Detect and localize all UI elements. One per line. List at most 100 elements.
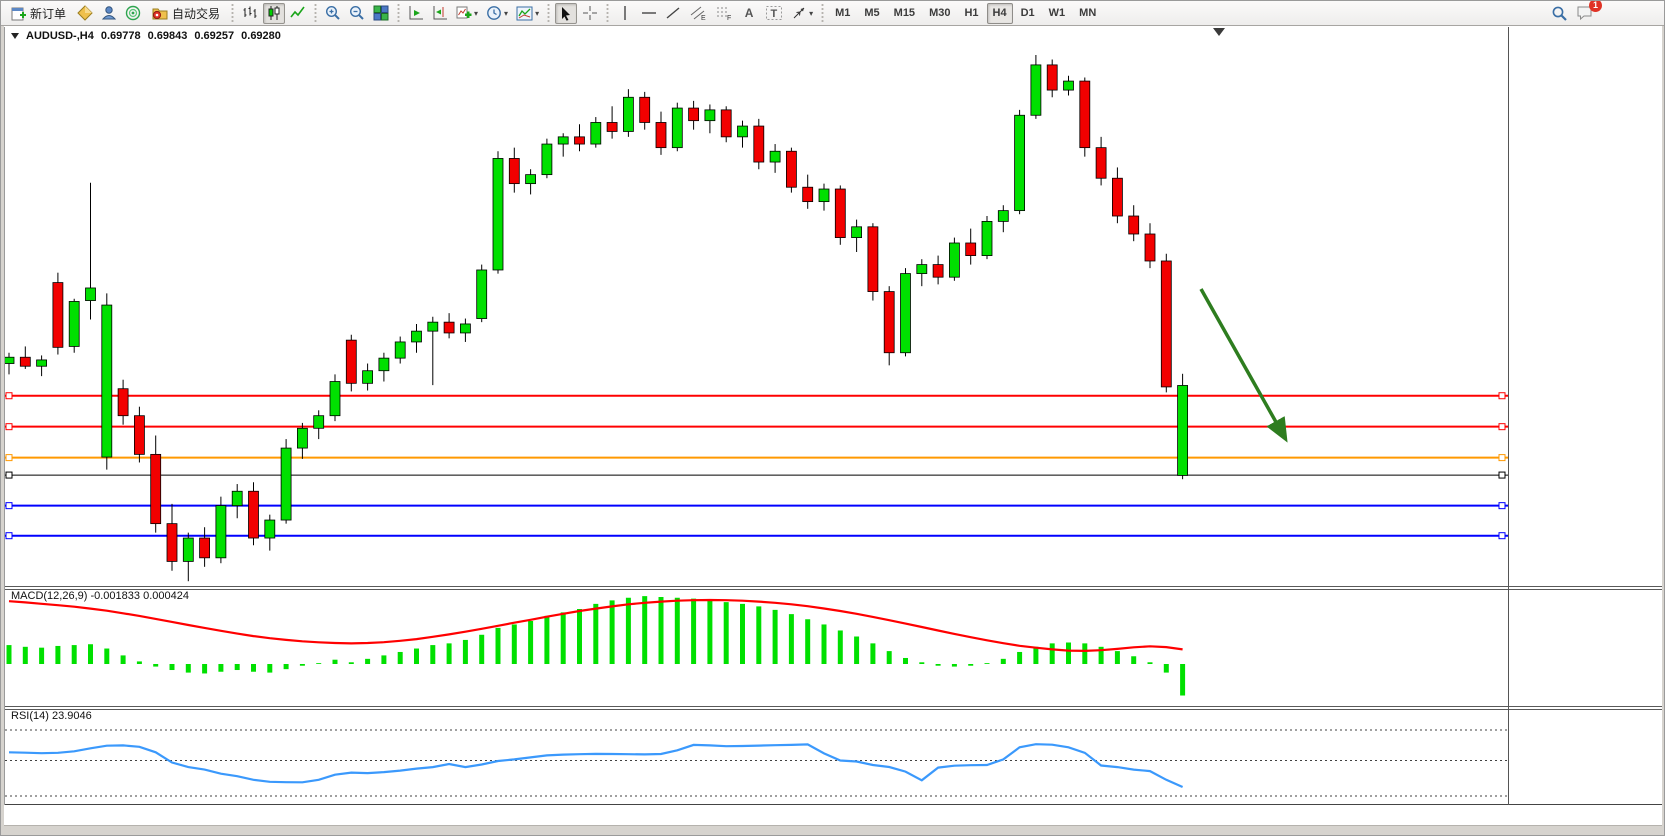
periods-button[interactable]: ▾ xyxy=(483,3,511,24)
chart-shift-button[interactable] xyxy=(429,3,451,24)
candle-body xyxy=(20,357,30,366)
search-button[interactable] xyxy=(1548,3,1571,24)
charts-button[interactable] xyxy=(74,3,96,24)
horizontal-line-icon xyxy=(641,5,657,21)
price-chart[interactable] xyxy=(5,27,1508,586)
auto-scroll-icon xyxy=(408,5,424,21)
market-button[interactable] xyxy=(122,3,144,24)
candle-body xyxy=(395,342,405,358)
candle-body xyxy=(738,126,748,137)
channel-tool-button[interactable]: E xyxy=(686,3,710,24)
candle-body xyxy=(1080,81,1090,148)
bar-chart-icon xyxy=(242,5,258,21)
candle-body xyxy=(281,448,291,520)
line-handle xyxy=(1499,393,1505,399)
macd-panel[interactable] xyxy=(5,589,1508,706)
person-icon xyxy=(101,5,117,21)
panel-splitter[interactable] xyxy=(1,589,1665,590)
cursor-icon xyxy=(559,6,573,21)
timeframe-button-mn[interactable]: MN xyxy=(1073,3,1102,24)
candle-body xyxy=(982,221,992,255)
candle-body xyxy=(167,524,177,562)
cursor-tool-button[interactable] xyxy=(555,3,577,24)
candle-body xyxy=(640,97,650,122)
vertical-line-tool-button[interactable] xyxy=(614,3,636,24)
timeframe-button-h1[interactable]: H1 xyxy=(958,3,984,24)
toolbar-separator xyxy=(230,3,235,23)
candle-body xyxy=(5,357,14,363)
indicators-button[interactable]: ▾ xyxy=(453,3,481,24)
candle-body xyxy=(102,305,112,457)
candle-body xyxy=(69,301,79,346)
horizontal-line-tool-button[interactable] xyxy=(638,3,660,24)
candle-body xyxy=(705,110,715,121)
auto-trading-label: 自动交易 xyxy=(172,5,220,22)
bar-chart-button[interactable] xyxy=(239,3,261,24)
text-label-tool-button[interactable]: T xyxy=(762,3,786,24)
tile-windows-button[interactable] xyxy=(370,3,392,24)
notifications-button[interactable]: 1 xyxy=(1573,3,1596,24)
toolbar-separator xyxy=(396,3,401,23)
candle-body xyxy=(1015,115,1025,210)
toolbar-separator xyxy=(820,3,825,23)
auto-trading-button[interactable]: 自动交易 xyxy=(146,3,226,24)
candle-body xyxy=(53,283,63,348)
timeframe-button-m30[interactable]: M30 xyxy=(923,3,956,24)
panel-splitter[interactable] xyxy=(1,586,1665,587)
new-order-icon xyxy=(11,6,26,21)
trading-platform-window: 新订单 自动交易 xyxy=(0,0,1665,836)
trendline-tool-button[interactable] xyxy=(662,3,684,24)
templates-button[interactable]: ▾ xyxy=(513,3,542,24)
line-handle xyxy=(6,393,12,399)
candlestick-chart-button[interactable] xyxy=(263,3,285,24)
dropdown-caret: ▾ xyxy=(474,9,478,18)
panel-splitter[interactable] xyxy=(1,709,1665,710)
timeframe-button-w1[interactable]: W1 xyxy=(1043,3,1072,24)
auto-trading-icon xyxy=(152,5,168,21)
candle-body xyxy=(607,122,617,131)
chart-shift-icon xyxy=(432,5,448,21)
candle-body xyxy=(803,187,813,201)
crosshair-tool-button[interactable] xyxy=(579,3,601,24)
timeframe-button-m1[interactable]: M1 xyxy=(829,3,856,24)
dropdown-caret: ▾ xyxy=(504,9,508,18)
new-order-button[interactable]: 新订单 xyxy=(5,3,72,24)
timeframe-button-m15[interactable]: M15 xyxy=(888,3,921,24)
arrows-tool-button[interactable]: ▾ xyxy=(788,3,816,24)
candle-body xyxy=(232,491,242,505)
zoom-out-icon xyxy=(349,5,365,21)
timeframe-button-d1[interactable]: D1 xyxy=(1015,3,1041,24)
candle-body xyxy=(770,151,780,162)
text-tool-button[interactable]: A xyxy=(738,3,760,24)
line-handle xyxy=(6,503,12,509)
text-label-icon: T xyxy=(765,5,783,21)
line-handle xyxy=(6,472,12,478)
candle-body xyxy=(428,322,438,331)
candle-body xyxy=(363,371,373,384)
timeframe-button-m5[interactable]: M5 xyxy=(858,3,885,24)
candle-body xyxy=(460,324,470,333)
rsi-label: RSI(14) 23.9046 xyxy=(11,710,92,722)
community-button[interactable] xyxy=(98,3,120,24)
panel-splitter[interactable] xyxy=(1,706,1665,707)
line-chart-button[interactable] xyxy=(287,3,309,24)
tile-windows-icon xyxy=(373,5,389,21)
candle-body xyxy=(134,416,144,455)
zoom-in-button[interactable] xyxy=(322,3,344,24)
line-handle xyxy=(6,455,12,461)
radar-icon xyxy=(125,5,141,21)
candle-body xyxy=(949,243,959,277)
zoom-out-button[interactable] xyxy=(346,3,368,24)
candle-body xyxy=(656,122,666,147)
line-handle xyxy=(1499,424,1505,430)
window-left-edge xyxy=(1,26,4,826)
auto-scroll-button[interactable] xyxy=(405,3,427,24)
fibonacci-tool-button[interactable]: F xyxy=(712,3,736,24)
arrows-icon xyxy=(791,5,807,21)
candle-body xyxy=(86,288,96,301)
timeframe-button-h4[interactable]: H4 xyxy=(987,3,1013,24)
candle-body xyxy=(37,360,47,366)
candle-body xyxy=(672,108,682,148)
chart-left-border xyxy=(4,27,5,805)
rsi-panel[interactable] xyxy=(5,709,1508,804)
